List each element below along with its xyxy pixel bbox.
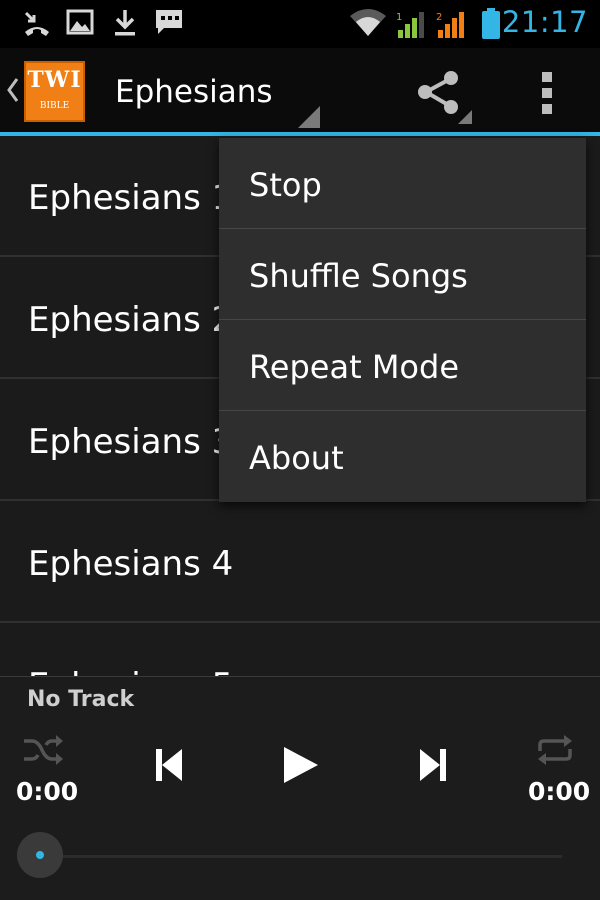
overflow-menu-button[interactable] xyxy=(530,66,566,122)
previous-icon[interactable] xyxy=(154,747,186,783)
seek-thumb-dot xyxy=(36,851,44,859)
menu-item-shuffle-songs[interactable]: Shuffle Songs xyxy=(219,229,586,320)
status-time: 21:17 xyxy=(501,5,588,39)
repeat-icon[interactable] xyxy=(534,733,576,767)
chapter-item-4[interactable]: Ephesians 4 xyxy=(0,502,600,623)
menu-item-label: Repeat Mode xyxy=(249,348,459,386)
wifi-icon xyxy=(350,9,386,36)
menu-item-label: Shuffle Songs xyxy=(249,257,468,295)
chapter-label: Ephesians 2 xyxy=(28,300,234,340)
download-icon xyxy=(115,10,135,36)
play-icon[interactable] xyxy=(282,745,320,785)
next-icon[interactable] xyxy=(416,747,448,783)
battery-icon xyxy=(482,8,500,39)
chapter-label: Ephesians 3 xyxy=(28,422,234,462)
svg-text:1: 1 xyxy=(396,12,402,23)
chapter-label: Ephesians 5 xyxy=(28,666,233,676)
page-title[interactable]: Ephesians xyxy=(115,74,273,110)
shuffle-icon[interactable] xyxy=(22,733,64,767)
logo-text-top: TWI xyxy=(27,67,82,93)
seek-thumb[interactable] xyxy=(17,832,63,878)
menu-item-label: Stop xyxy=(249,166,322,204)
player-panel: No Track 0:00 0:00 xyxy=(0,676,600,900)
missed-call-icon xyxy=(24,11,49,36)
status-bar: 1 2 21:17 xyxy=(0,0,600,48)
track-name: No Track xyxy=(27,687,135,712)
svg-text:2: 2 xyxy=(436,12,442,23)
overflow-menu: Stop Shuffle Songs Repeat Mode About xyxy=(219,138,586,502)
app-logo[interactable]: TWI BIBLE xyxy=(24,61,85,122)
elapsed-time: 0:00 xyxy=(16,777,79,806)
duration-time: 0:00 xyxy=(528,777,591,806)
chapter-label: Ephesians 4 xyxy=(28,544,234,584)
overflow-menu-icon xyxy=(542,72,552,114)
image-icon xyxy=(66,9,94,35)
signal-icon-2: 2 xyxy=(436,12,464,38)
menu-item-label: About xyxy=(249,439,344,477)
chapter-item-5[interactable]: Ephesians 5 xyxy=(0,624,600,676)
spinner-arrow-icon[interactable] xyxy=(298,106,320,128)
menu-item-stop[interactable]: Stop xyxy=(219,138,586,229)
message-icon xyxy=(156,10,182,34)
back-chevron-icon[interactable] xyxy=(6,76,20,104)
menu-item-repeat-mode[interactable]: Repeat Mode xyxy=(219,320,586,411)
menu-item-about[interactable]: About xyxy=(219,411,586,502)
seek-bar[interactable] xyxy=(40,855,562,858)
share-button[interactable] xyxy=(412,66,472,126)
share-icon xyxy=(418,71,472,124)
signal-icon: 1 xyxy=(396,12,424,38)
chapter-label: Ephesians 1 xyxy=(28,178,234,218)
logo-text-bottom: BIBLE xyxy=(39,101,70,111)
